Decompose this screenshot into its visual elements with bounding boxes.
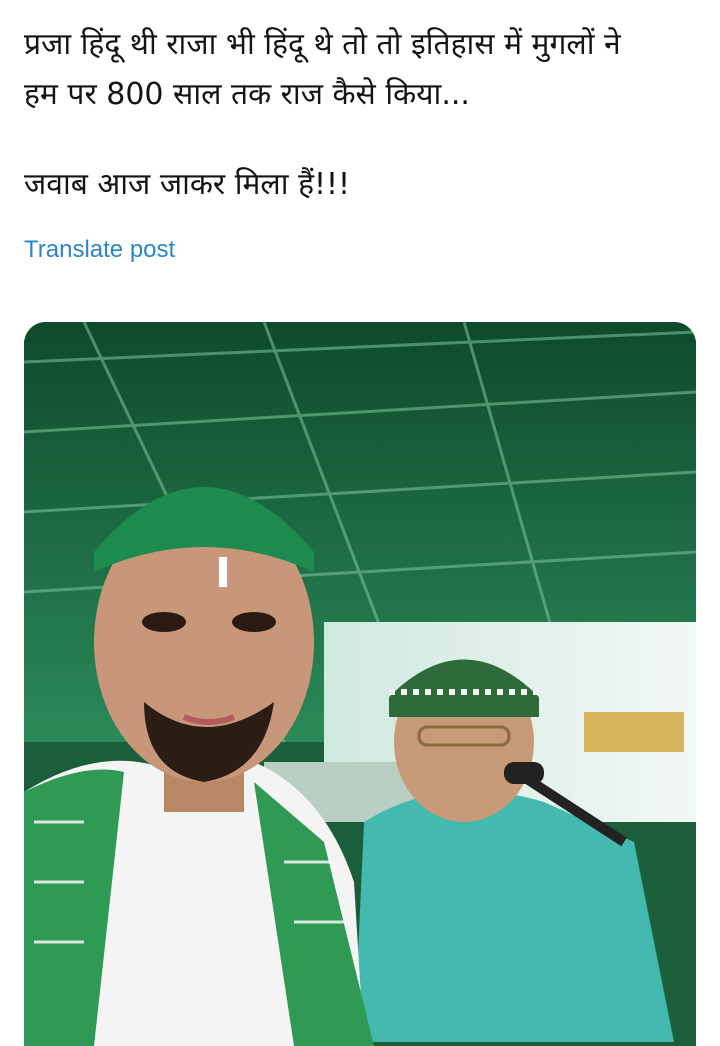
- post-photo[interactable]: [24, 322, 696, 1046]
- post-text-line-2: हम पर 800 साल तक राज कैसे किया...: [24, 77, 470, 112]
- background-sign: [584, 712, 684, 752]
- post-text-line-1: प्रजा हिंदू थी राजा भी हिंदू थे तो तो इत…: [24, 27, 621, 62]
- post-text-line-3: जवाब आज जाकर मिला हैं!!!: [24, 167, 351, 202]
- photo-illustration: [24, 322, 696, 1046]
- post-text: प्रजा हिंदू थी राजा भी हिंदू थे तो तो इत…: [24, 20, 704, 210]
- translate-post-link[interactable]: Translate post: [24, 236, 175, 264]
